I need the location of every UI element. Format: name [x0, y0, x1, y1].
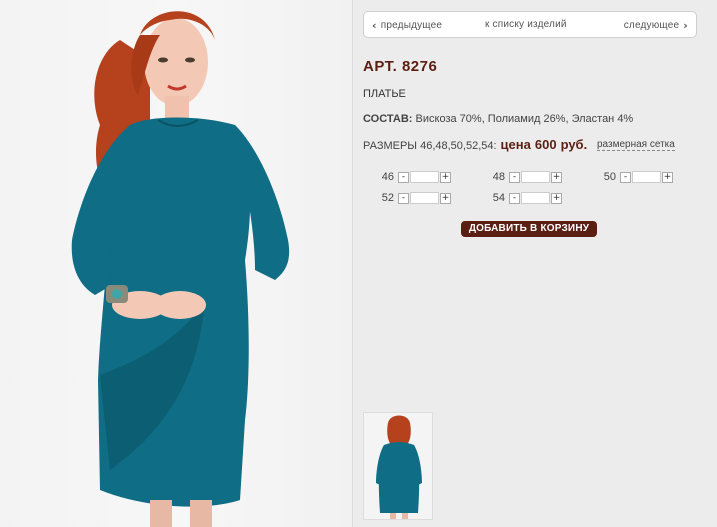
size-label: 48	[492, 171, 505, 183]
sizes-and-price: РАЗМЕРЫ 46,48,50,52,54: цена 600 руб.	[363, 137, 587, 152]
prev-product-link[interactable]: ‹ предыдущее	[372, 19, 442, 32]
chevron-right-icon: ›	[683, 19, 688, 32]
add-to-cart-button[interactable]: ДОБАВИТЬ В КОРЗИНУ	[461, 221, 597, 237]
list-label: к списку изделий	[485, 19, 567, 30]
quantity-input[interactable]	[521, 192, 550, 204]
next-label: следующее	[623, 20, 680, 31]
next-product-link[interactable]: следующее ›	[624, 19, 688, 32]
price-currency: руб.	[560, 137, 588, 152]
increment-button[interactable]: +	[662, 171, 673, 183]
prev-label: предыдущее	[380, 20, 443, 31]
article-number: АРТ. 8276	[363, 58, 438, 75]
decrement-button[interactable]: -	[620, 171, 631, 183]
price-value: 600	[534, 137, 557, 152]
size-selector-48: 48 - +	[483, 170, 562, 184]
increment-button[interactable]: +	[551, 192, 562, 204]
composition-label: СОСТАВ:	[363, 113, 413, 125]
decrement-button[interactable]: -	[509, 171, 520, 183]
size-selector-46: 46 - +	[372, 170, 451, 184]
decrement-button[interactable]: -	[398, 192, 409, 204]
size-label: 46	[381, 171, 394, 183]
chevron-left-icon: ‹	[372, 19, 377, 32]
price-word: цена	[500, 137, 531, 152]
size-label: 54	[492, 192, 505, 204]
product-type: ПЛАТЬЕ	[363, 88, 406, 100]
thumbnail-back-view-illustration	[376, 415, 422, 519]
product-main-image	[0, 0, 352, 527]
quantity-input[interactable]	[410, 192, 439, 204]
increment-button[interactable]: +	[551, 171, 562, 183]
quantity-input[interactable]	[632, 171, 661, 183]
size-selector-50: 50 - +	[594, 170, 673, 184]
quantity-input[interactable]	[521, 171, 550, 183]
increment-button[interactable]: +	[440, 192, 451, 204]
increment-button[interactable]: +	[440, 171, 451, 183]
size-label: 52	[381, 192, 394, 204]
dress-model-illustration	[71, 11, 290, 527]
back-to-list-link[interactable]: к списку изделий	[485, 19, 567, 30]
size-selector-52: 52 - +	[372, 191, 451, 205]
decrement-button[interactable]: -	[509, 192, 520, 204]
size-label: 50	[603, 171, 616, 183]
product-navigation: ‹ предыдущее к списку изделий следующее …	[363, 11, 697, 38]
sizes-text: РАЗМЕРЫ 46,48,50,52,54:	[363, 140, 497, 152]
composition: СОСТАВ: Вискоза 70%, Полиамид 26%, Эласт…	[363, 113, 633, 125]
size-chart-link[interactable]: размерная сетка	[597, 139, 675, 151]
quantity-input[interactable]	[410, 171, 439, 183]
size-selector-54: 54 - +	[483, 191, 562, 205]
product-thumbnail[interactable]	[363, 412, 433, 520]
decrement-button[interactable]: -	[398, 171, 409, 183]
composition-value: Вискоза 70%, Полиамид 26%, Эластан 4%	[415, 113, 634, 125]
product-info-panel: ‹ предыдущее к списку изделий следующее …	[352, 0, 717, 527]
